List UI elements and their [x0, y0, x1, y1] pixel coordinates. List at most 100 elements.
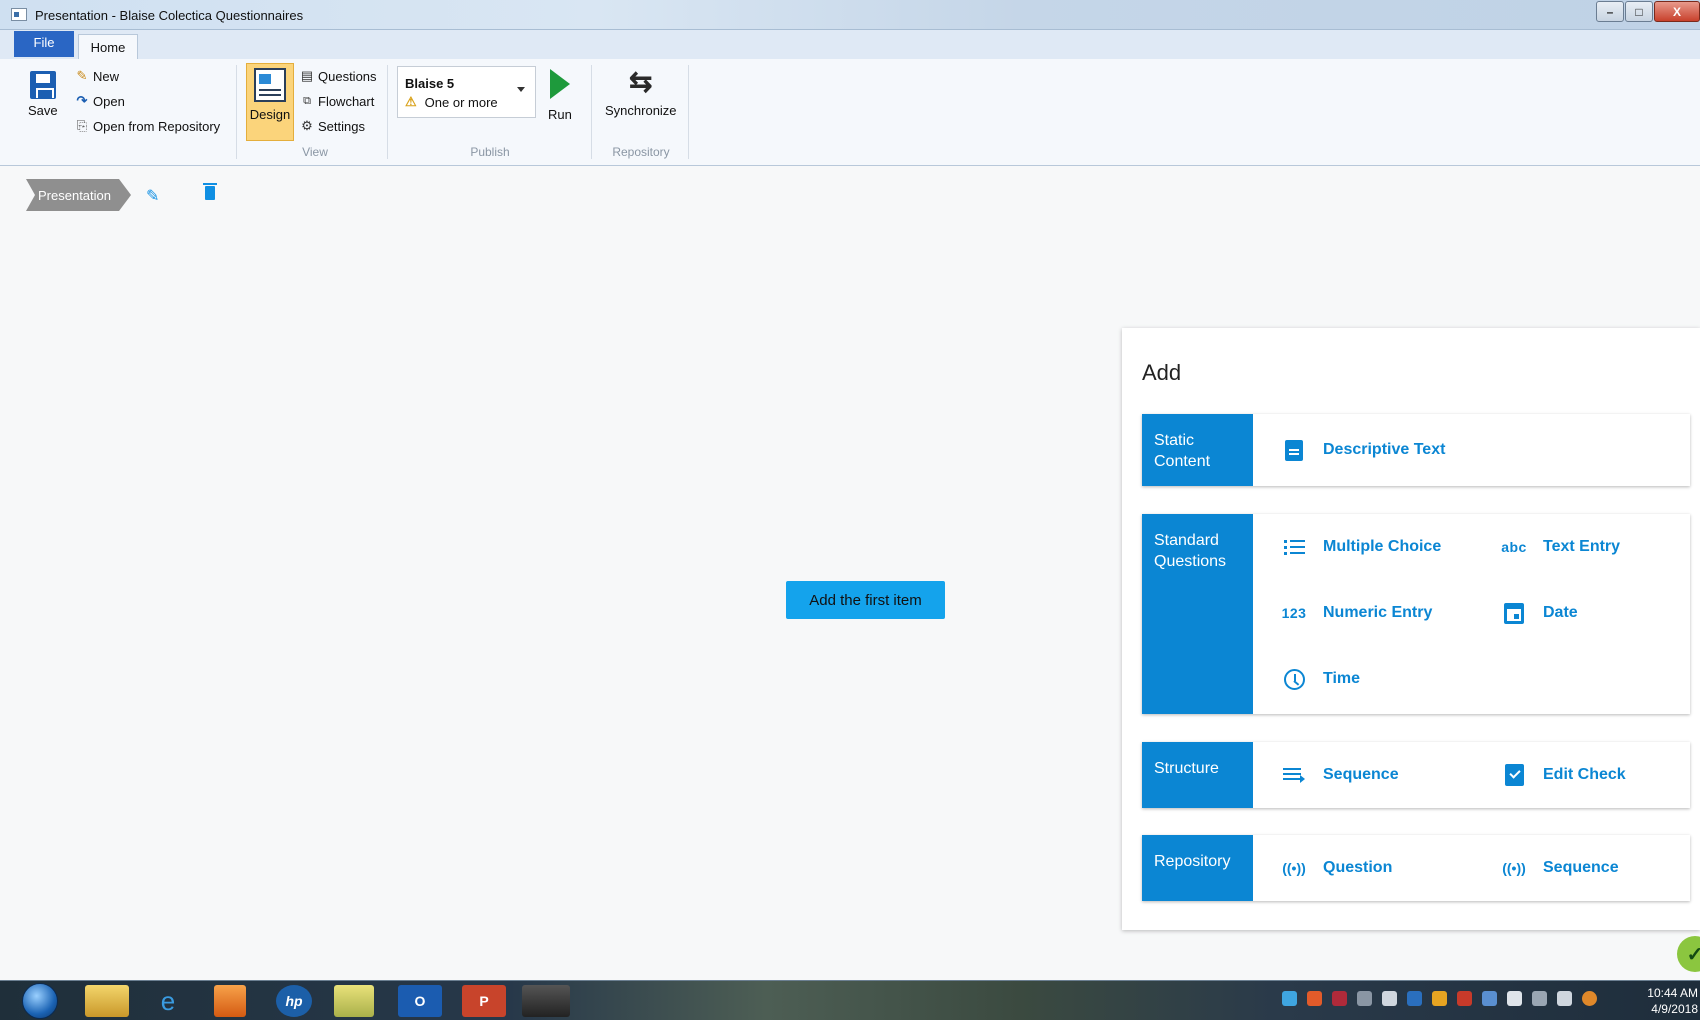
- lock-icon[interactable]: [1432, 991, 1447, 1006]
- group-separator: [236, 65, 237, 159]
- tab-file[interactable]: File: [14, 31, 74, 57]
- outlook-tray-icon[interactable]: [1407, 991, 1422, 1006]
- add-first-item-button[interactable]: Add the first item: [786, 581, 945, 619]
- publish-status-text: One or more: [424, 94, 498, 110]
- clock-time: 10:44 AM: [1647, 986, 1698, 1000]
- gear-icon: ⚙: [301, 118, 313, 133]
- numeric-entry-item[interactable]: 123 Numeric Entry: [1282, 601, 1433, 625]
- clock-icon: [1282, 667, 1306, 691]
- text-entry-label: Text Entry: [1543, 538, 1621, 555]
- static-content-label: Static Content: [1142, 414, 1253, 486]
- design-view-button[interactable]: Design: [246, 63, 294, 141]
- new-button[interactable]: ✎ New: [74, 68, 119, 84]
- edit-check-item[interactable]: Edit Check: [1502, 763, 1626, 787]
- start-button[interactable]: [22, 983, 58, 1019]
- ribbon-tabs: File Home: [0, 30, 1700, 60]
- save-button[interactable]: Save: [28, 71, 58, 118]
- group-separator: [387, 65, 388, 159]
- multiple-choice-label: Multiple Choice: [1323, 538, 1442, 555]
- multiple-choice-item[interactable]: Multiple Choice: [1282, 535, 1441, 559]
- descriptive-text-label: Descriptive Text: [1323, 441, 1446, 458]
- repository-question-item[interactable]: ((•)) Question: [1282, 856, 1392, 880]
- questions-label: Questions: [318, 68, 377, 84]
- static-content-card: Static Content Descriptive Text: [1142, 414, 1690, 486]
- taskbar-clock[interactable]: 10:44 AM 4/9/2018: [1636, 985, 1698, 1017]
- numeric-entry-label: Numeric Entry: [1323, 604, 1433, 621]
- breadcrumb[interactable]: Presentation: [26, 179, 131, 211]
- tray-icon[interactable]: [1382, 991, 1397, 1006]
- open-button[interactable]: ↷ Open: [74, 93, 125, 109]
- clock-date: 4/9/2018: [1651, 1002, 1698, 1016]
- volume-icon[interactable]: [1557, 991, 1572, 1006]
- network-icon[interactable]: [1532, 991, 1547, 1006]
- synchronize-label: Synchronize: [605, 103, 677, 118]
- time-item[interactable]: Time: [1282, 667, 1360, 691]
- hp-icon[interactable]: hp: [276, 985, 312, 1017]
- app-icon: [11, 8, 27, 21]
- repository-sequence-label: Sequence: [1543, 859, 1619, 876]
- date-item[interactable]: Date: [1502, 601, 1578, 625]
- chevron-down-icon: [517, 87, 525, 92]
- flowchart-view-button[interactable]: ⧉ Flowchart: [299, 93, 374, 109]
- minimize-button[interactable]: –: [1596, 1, 1624, 22]
- tray-icon[interactable]: [1582, 991, 1597, 1006]
- close-button[interactable]: X: [1654, 1, 1700, 22]
- powerpoint-icon[interactable]: P: [462, 985, 506, 1017]
- breadcrumb-arrow: [119, 179, 131, 211]
- open-from-repository-button[interactable]: ⎘ Open from Repository: [74, 118, 220, 134]
- taskbar: e hp O P 10:44 AM 4/9/2018: [0, 980, 1700, 1020]
- outlook-letter: O: [414, 993, 426, 1009]
- text-entry-item[interactable]: abc Text Entry: [1501, 535, 1621, 559]
- tray-icon[interactable]: [1307, 991, 1322, 1006]
- sticky-notes-icon[interactable]: [334, 985, 374, 1017]
- publish-target-dropdown[interactable]: Blaise 5 ⚠ One or more: [397, 66, 536, 118]
- trash-icon[interactable]: [203, 183, 217, 200]
- media-player-icon[interactable]: [214, 985, 246, 1017]
- add-panel-title: Add: [1142, 360, 1182, 385]
- pencil-icon[interactable]: ✎: [146, 186, 159, 206]
- add-panel: Add Static Content Descriptive Text Stan…: [1122, 328, 1700, 930]
- settings-view-button[interactable]: ⚙ Settings: [299, 118, 365, 134]
- open-label: Open: [93, 93, 125, 109]
- publish-status: ⚠ One or more: [405, 94, 498, 110]
- repository-group-label: Repository: [612, 145, 670, 159]
- design-label: Design: [249, 107, 291, 122]
- checkmark-icon[interactable]: ✓: [1677, 936, 1700, 972]
- colectica-app-icon[interactable]: [522, 985, 570, 1017]
- repository-folder-icon: ⎘: [76, 118, 88, 133]
- repository-question-label: Question: [1323, 859, 1393, 876]
- tray-icon[interactable]: [1457, 991, 1472, 1006]
- breadcrumb-label: Presentation: [38, 187, 111, 203]
- save-icon: [29, 71, 56, 99]
- tray-icon[interactable]: [1282, 991, 1297, 1006]
- sequence-item[interactable]: Sequence: [1282, 763, 1399, 787]
- questions-view-button[interactable]: ▤ Questions: [299, 68, 377, 84]
- warning-icon: ⚠: [405, 94, 417, 109]
- battery-icon[interactable]: [1507, 991, 1522, 1006]
- run-button[interactable]: Run: [548, 67, 572, 122]
- internet-explorer-icon[interactable]: e: [146, 985, 190, 1017]
- powerpoint-letter: P: [479, 993, 489, 1009]
- outlook-icon[interactable]: O: [398, 985, 442, 1017]
- breadcrumb-presentation: Presentation: [26, 179, 119, 211]
- questions-grid-icon: ▤: [300, 68, 314, 83]
- tray-icon[interactable]: [1357, 991, 1372, 1006]
- tab-home[interactable]: Home: [78, 34, 138, 60]
- maximize-button[interactable]: □: [1625, 1, 1653, 22]
- window-title: Presentation - Blaise Colectica Question…: [35, 8, 304, 23]
- system-tray: [1282, 991, 1597, 1006]
- ribbon: Save ✎ New ↷ Open ⎘ Open from Repository…: [0, 59, 1700, 166]
- shield-icon[interactable]: [1332, 991, 1347, 1006]
- broadcast-icon: ((•)): [1502, 860, 1526, 876]
- tray-icon[interactable]: [1482, 991, 1497, 1006]
- repository-sequence-item[interactable]: ((•)) Sequence: [1502, 856, 1619, 880]
- file-explorer-icon[interactable]: [85, 985, 129, 1017]
- repository-card: Repository ((•)) Question ((•)) Sequence: [1142, 835, 1690, 901]
- document-icon: [1282, 438, 1306, 462]
- flowchart-label: Flowchart: [318, 93, 375, 109]
- descriptive-text-item[interactable]: Descriptive Text: [1282, 438, 1445, 462]
- synchronize-button[interactable]: ⇆ Synchronize: [605, 67, 677, 119]
- group-separator: [591, 65, 592, 159]
- standard-questions-card: Standard Questions Multiple Choice abc T…: [1142, 514, 1690, 714]
- window-title-bar: Presentation - Blaise Colectica Question…: [0, 0, 1700, 30]
